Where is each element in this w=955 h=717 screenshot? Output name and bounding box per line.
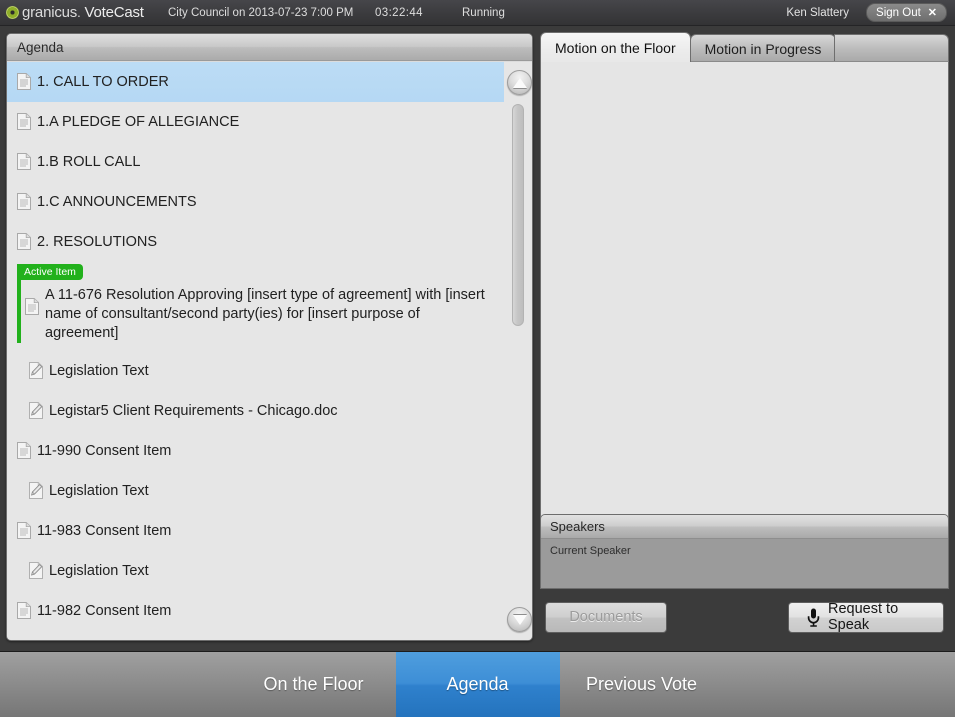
document-icon [25, 298, 39, 315]
brand-dot: . [77, 5, 81, 20]
agenda-item[interactable]: 1.A PLEDGE OF ALLEGIANCE [7, 102, 504, 142]
document-icon [17, 113, 31, 130]
scroll-down-button[interactable] [507, 607, 532, 632]
motion-content-area [540, 61, 949, 538]
agenda-item[interactable]: 11-990 Consent Item [7, 431, 504, 471]
agenda-item[interactable]: 1.C ANNOUNCEMENTS [7, 182, 504, 222]
meeting-clock: 03:22:44 [375, 6, 423, 19]
motion-panel: Motion on the Floor Motion in Progress Sp… [540, 32, 949, 642]
request-to-speak-button[interactable]: Request to Speak [788, 601, 944, 633]
agenda-item[interactable]: 1.B ROLL CALL [7, 142, 504, 182]
attachment-icon [29, 362, 43, 379]
bottom-nav-label: Previous Vote [585, 674, 698, 694]
close-icon: ✕ [927, 7, 937, 19]
current-speaker-label: Current Speaker [550, 545, 631, 557]
document-icon [17, 153, 31, 170]
app-logo: granicus. VoteCast [0, 4, 144, 21]
agenda-panel-body: 1. CALL TO ORDER 1.A PLEDGE OF ALLEGIANCE… [7, 62, 532, 640]
document-icon [17, 602, 31, 619]
triangle-down-icon [512, 614, 527, 625]
agenda-item-label: 11-982 Consent Item [37, 603, 172, 619]
document-icon [17, 73, 31, 90]
brand-suffix: VoteCast [84, 4, 144, 21]
sign-out-button[interactable]: Sign Out ✕ [866, 3, 947, 22]
bottom-nav-item-previous-vote[interactable]: Previous Vote [559, 652, 724, 717]
agenda-item-label: Legislation Text [49, 363, 149, 379]
agenda-item[interactable]: 2. RESOLUTIONS [7, 222, 504, 262]
active-item-text: A 11-676 Resolution Approving [insert ty… [45, 287, 485, 341]
active-item-marker [17, 278, 21, 343]
agenda-item[interactable]: 11-982 Consent Item [7, 591, 504, 631]
agenda-item-label: 1.A PLEDGE OF ALLEGIANCE [37, 114, 240, 130]
bottom-nav: On the Floor Agenda Previous Vote [0, 651, 955, 717]
motion-tab-1[interactable]: Motion on the Floor [540, 32, 691, 62]
agenda-item-label: 1.B ROLL CALL [37, 154, 141, 170]
bottom-nav-label: On the Floor [263, 674, 364, 694]
agenda-item-label: Legislation Text [49, 483, 149, 499]
active-item-badge: Active Item [17, 264, 83, 280]
sign-out-label: Sign Out [876, 6, 921, 19]
action-button-row: Documents Request to Speak [540, 595, 949, 639]
app-root: granicus. VoteCast City Council on 2013-… [0, 0, 955, 717]
document-icon [17, 442, 31, 459]
agenda-item-label: Legistar5 Client Requirements - Chicago.… [49, 403, 338, 419]
bottom-nav-left-filler [0, 652, 232, 717]
current-user-name: Ken Slattery [786, 6, 849, 19]
documents-button-label: Documents [569, 609, 643, 625]
agenda-item-label: 11-990 Consent Item [37, 443, 172, 459]
motion-tab-2[interactable]: Motion in Progress [689, 34, 837, 62]
bottom-nav-label: Agenda [446, 674, 509, 694]
microphone-icon [807, 608, 820, 627]
meeting-title: City Council on 2013-07-23 7:00 PM [168, 6, 354, 19]
agenda-panel-title: Agenda [7, 34, 532, 61]
agenda-attachment-item[interactable]: Legislation Text [7, 351, 504, 391]
document-icon [17, 522, 31, 539]
agenda-list[interactable]: 1. CALL TO ORDER 1.A PLEDGE OF ALLEGIANCE… [7, 62, 505, 640]
motion-tabstrip[interactable]: Motion on the Floor Motion in Progress [540, 32, 949, 62]
agenda-scrollbar[interactable] [504, 62, 532, 640]
motion-tab-label: Motion on the Floor [555, 39, 676, 56]
agenda-item[interactable]: 1. CALL TO ORDER [7, 62, 504, 102]
agenda-item-label: 1.C ANNOUNCEMENTS [37, 194, 197, 210]
agenda-attachment-item[interactable]: Legistar5 Client Requirements - Chicago.… [7, 391, 504, 431]
bottom-nav-item-on-the-floor[interactable]: On the Floor [231, 652, 396, 717]
brand-text: granicus. VoteCast [22, 4, 144, 21]
document-icon [17, 193, 31, 210]
bottom-nav-item-agenda[interactable]: Agenda [395, 652, 560, 717]
bottom-nav-buttons: On the Floor Agenda Previous Vote [231, 652, 724, 717]
agenda-panel: Agenda 1. CALL TO ORDER 1.A PLEDGE OF ALL… [6, 33, 533, 641]
agenda-item-label: 1. CALL TO ORDER [37, 74, 169, 90]
agenda-item-label: Legislation Text [49, 563, 149, 579]
speakers-panel-title: Speakers [541, 515, 948, 539]
bottom-nav-right-filler [723, 652, 955, 717]
scrollbar-track[interactable] [512, 88, 524, 614]
agenda-attachment-item[interactable]: Legislation Text [7, 551, 504, 591]
agenda-item-label: 11-983 Consent Item [37, 523, 172, 539]
active-agenda-item[interactable]: Active Item A 11-676 Resolution Approving… [7, 262, 504, 351]
triangle-up-icon [512, 77, 527, 88]
brand-prefix: granicus [22, 4, 78, 21]
speakers-panel: Speakers Current Speaker [540, 514, 949, 589]
request-to-speak-label: Request to Speak [828, 601, 899, 633]
agenda-attachment-item[interactable]: Legislation Text [7, 471, 504, 511]
granicus-circle-logo-icon [6, 6, 19, 19]
agenda-item-label: 2. RESOLUTIONS [37, 234, 158, 250]
documents-button[interactable]: Documents [545, 601, 667, 633]
scrollbar-thumb[interactable] [512, 104, 524, 326]
motion-tab-label: Motion in Progress [704, 40, 822, 57]
tabstrip-filler [834, 34, 949, 62]
meeting-status: Running [462, 6, 505, 19]
top-bar: granicus. VoteCast City Council on 2013-… [0, 0, 955, 26]
attachment-icon [29, 562, 43, 579]
document-icon [17, 233, 31, 250]
attachment-icon [29, 482, 43, 499]
agenda-item[interactable]: 11-983 Consent Item [7, 511, 504, 551]
attachment-icon [29, 402, 43, 419]
